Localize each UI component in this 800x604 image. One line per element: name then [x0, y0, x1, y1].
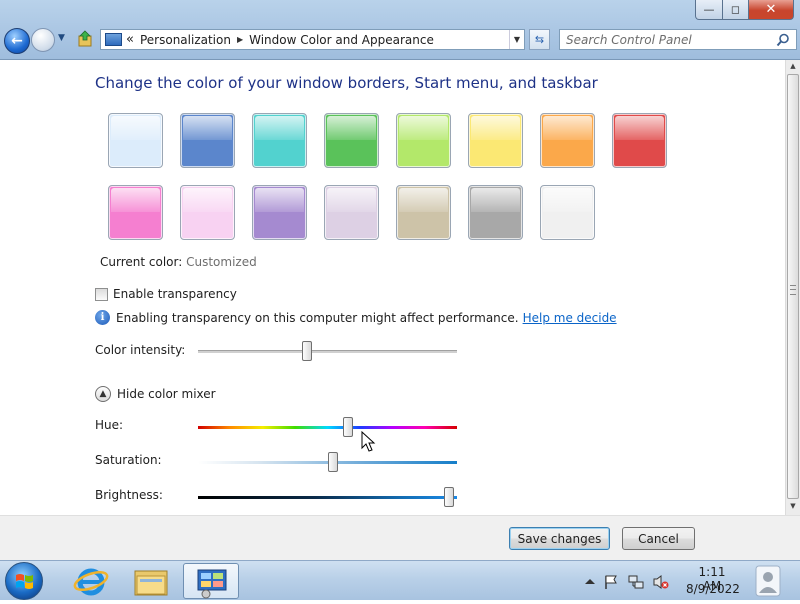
transparency-info: i Enabling transparency on this computer… [95, 310, 617, 325]
refresh-button[interactable]: ⇆ [529, 29, 550, 50]
taskbar: 1:11 AM 8/9/2022 [0, 560, 800, 600]
network-icon[interactable] [628, 574, 644, 590]
intensity-slider-thumb[interactable] [301, 341, 312, 361]
brightness-slider-track[interactable] [198, 496, 457, 499]
internet-explorer-icon [73, 568, 109, 596]
current-color-label: Current color: [100, 255, 183, 269]
taskbar-windows-explorer[interactable] [123, 563, 179, 599]
color-swatch-tangerine[interactable] [540, 113, 595, 168]
color-mixer-toggle[interactable]: ▲ Hide color mixer [95, 386, 216, 402]
breadcrumb-separator[interactable]: ▶ [237, 35, 243, 44]
user-icon [755, 565, 781, 597]
saturation-slider-thumb[interactable] [327, 452, 338, 472]
action-center-flag-icon[interactable] [603, 574, 619, 590]
cancel-button[interactable]: Cancel [622, 527, 695, 550]
mixer-toggle-label[interactable]: Hide color mixer [117, 387, 216, 401]
taskbar-control-panel[interactable] [183, 563, 239, 599]
hue-label: Hue: [95, 418, 124, 432]
vertical-scrollbar[interactable]: ▲ ▼ [785, 60, 800, 515]
info-icon: i [95, 310, 110, 325]
color-swatch-ruby[interactable] [612, 113, 667, 168]
up-folder-icon[interactable] [76, 30, 94, 48]
folder-icon [134, 570, 168, 596]
volume-muted-icon[interactable] [653, 574, 669, 590]
dialog-button-bar: Save changes Cancel [0, 515, 800, 560]
color-swatch-chocolate[interactable] [468, 185, 523, 240]
search-placeholder: Search Control Panel [566, 32, 692, 47]
chevron-up-icon[interactable]: ▲ [95, 386, 111, 402]
color-swatch-lavender[interactable] [324, 185, 379, 240]
color-swatch-violet[interactable] [252, 185, 307, 240]
intensity-slider-track[interactable] [198, 350, 457, 353]
address-bar[interactable]: « Personalization ▶ Window Color and App… [100, 29, 525, 50]
hue-slider-track[interactable] [198, 426, 457, 429]
color-swatch-taupe[interactable] [396, 185, 451, 240]
user-avatar[interactable] [748, 563, 788, 599]
transparency-option[interactable]: Enable transparency [95, 287, 237, 301]
breadcrumb-personalization[interactable]: Personalization [140, 33, 231, 47]
clock-date[interactable]: 8/9/2022 [686, 582, 740, 596]
current-color-line: Current color: Customized [100, 255, 257, 269]
mouse-cursor-icon [361, 431, 376, 452]
maximize-button[interactable]: ◻ [723, 0, 749, 20]
minimize-button[interactable]: — [695, 0, 723, 20]
start-button[interactable] [5, 562, 43, 600]
color-swatch-leaf[interactable] [324, 113, 379, 168]
control-panel-icon [197, 569, 227, 599]
color-swatch-sea[interactable] [252, 113, 307, 168]
windows-logo-icon [16, 574, 33, 589]
color-swatch-frost[interactable] [540, 185, 595, 240]
color-swatch-twilight[interactable] [180, 113, 235, 168]
color-swatch-blush[interactable] [180, 185, 235, 240]
window-chrome: — ◻ ✕ ← ▼ « Personalization ▶ Window Col… [0, 0, 800, 60]
scrollbar-thumb[interactable] [787, 74, 799, 499]
color-swatch-lemon[interactable] [468, 113, 523, 168]
search-icon[interactable] [776, 33, 790, 47]
search-input[interactable]: Search Control Panel [559, 29, 797, 50]
brightness-slider-thumb[interactable] [444, 487, 455, 507]
scroll-down-arrow-icon[interactable]: ▼ [788, 502, 798, 512]
taskbar-internet-explorer[interactable] [63, 563, 119, 599]
show-hidden-icons-icon[interactable] [584, 575, 600, 591]
control-panel-icon [105, 33, 122, 46]
hue-slider-thumb[interactable] [343, 417, 354, 437]
scroll-up-arrow-icon[interactable]: ▲ [788, 62, 798, 72]
color-swatch-fuchsia[interactable] [108, 185, 163, 240]
transparency-label[interactable]: Enable transparency [113, 287, 237, 301]
breadcrumb-window-color[interactable]: Window Color and Appearance [249, 33, 434, 47]
current-color-value: Customized [186, 255, 257, 269]
window-controls: — ◻ ✕ [695, 0, 794, 20]
refresh-icon: ⇆ [534, 33, 545, 46]
transparency-checkbox[interactable] [95, 287, 108, 301]
content-pane: Change the color of your window borders,… [0, 60, 785, 515]
color-swatch-sky[interactable] [108, 113, 163, 168]
back-button[interactable]: ← [4, 28, 30, 54]
address-dropdown-icon[interactable]: ▼ [509, 30, 524, 49]
info-text: Enabling transparency on this computer m… [116, 310, 519, 325]
color-swatch-lime[interactable] [396, 113, 451, 168]
recent-pages-dropdown[interactable]: ▼ [58, 33, 65, 43]
saturation-label: Saturation: [95, 453, 162, 467]
brightness-label: Brightness: [95, 488, 163, 502]
breadcrumb-overflow-chevron[interactable]: « [126, 32, 134, 47]
help-me-decide-link[interactable]: Help me decide [523, 311, 617, 325]
page-title: Change the color of your window borders,… [95, 74, 598, 92]
save-changes-button[interactable]: Save changes [509, 527, 610, 550]
intensity-label: Color intensity: [95, 343, 186, 357]
forward-button[interactable] [31, 28, 55, 52]
close-button[interactable]: ✕ [749, 0, 794, 20]
back-arrow-icon: ← [11, 33, 23, 49]
